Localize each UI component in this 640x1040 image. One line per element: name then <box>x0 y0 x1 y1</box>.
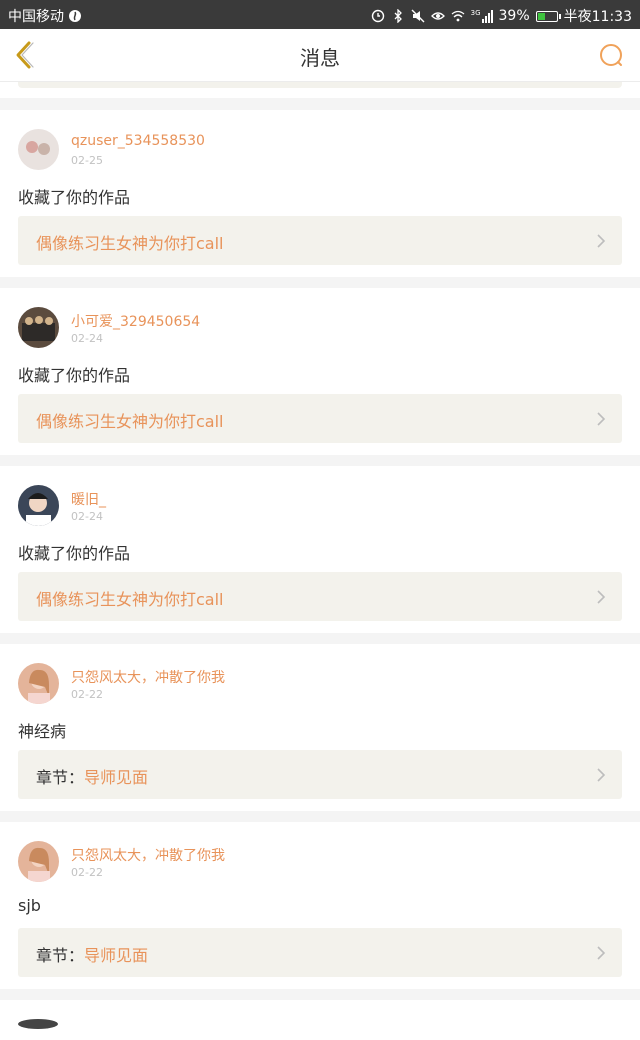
message-date: 02-25 <box>71 154 103 167</box>
avatar[interactable] <box>18 841 59 882</box>
work-link[interactable]: 偶像练习生女神为你打call <box>18 572 622 621</box>
avatar[interactable] <box>18 663 59 704</box>
message-card-partial <box>0 1000 640 1040</box>
message-date: 02-22 <box>71 688 103 701</box>
message-list: qzuser_534558530 02-25 收藏了你的作品 偶像练习生女神为你… <box>0 110 640 1040</box>
message-card: 暖旧_ 02-24 收藏了你的作品 偶像练习生女神为你打call <box>0 466 640 633</box>
message-card: 只怨风太大，冲散了你我 02-22 神经病 章节：导师见面 <box>0 644 640 811</box>
previous-card-peek <box>0 82 640 98</box>
message-content: 神经病 <box>18 722 67 741</box>
message-content: sjb <box>18 896 41 915</box>
avatar[interactable] <box>18 485 59 526</box>
ref-title: 偶像练习生女神为你打call <box>36 412 224 431</box>
message-date: 02-24 <box>71 332 103 345</box>
chapter-link[interactable]: 章节：导师见面 <box>18 928 622 977</box>
ref-title: 导师见面 <box>84 946 149 965</box>
status-bar: 中国移动 3G 39% 半夜11:33 <box>0 0 640 29</box>
wifi-icon <box>451 10 465 22</box>
message-date: 02-22 <box>71 866 103 879</box>
alarm-icon <box>371 9 384 23</box>
work-link[interactable]: 偶像练习生女神为你打call <box>18 216 622 265</box>
username[interactable]: 只怨风太大，冲散了你我 <box>71 667 225 687</box>
clock: 半夜11:33 <box>563 9 632 25</box>
bluetooth-icon <box>394 9 402 23</box>
chevron-right-icon <box>597 590 606 604</box>
battery-icon <box>535 10 561 22</box>
eye-icon <box>430 12 445 20</box>
ref-title: 偶像练习生女神为你打call <box>36 234 224 253</box>
avatar[interactable] <box>18 129 59 170</box>
message-content: 收藏了你的作品 <box>18 544 131 563</box>
carrier-label: 中国移动 <box>8 9 64 25</box>
signal-indicator: 3G <box>471 9 493 23</box>
chevron-right-icon <box>597 768 606 782</box>
ref-title: 导师见面 <box>84 768 149 787</box>
chevron-right-icon <box>597 946 606 960</box>
ref-prefix: 章节： <box>36 768 85 787</box>
message-content: 收藏了你的作品 <box>18 188 131 207</box>
flame-icon <box>69 10 81 22</box>
message-card: 小可爱_329450654 02-24 收藏了你的作品 偶像练习生女神为你打ca… <box>0 288 640 455</box>
chapter-link[interactable]: 章节：导师见面 <box>18 750 622 799</box>
username[interactable]: 小可爱_329450654 <box>71 311 200 331</box>
message-card: 只怨风太大，冲散了你我 02-22 sjb 章节：导师见面 <box>0 822 640 989</box>
username[interactable]: 暖旧_ <box>71 489 106 509</box>
network-type-label: 3G <box>470 9 481 17</box>
message-date: 02-24 <box>71 510 103 523</box>
avatar[interactable] <box>18 307 59 348</box>
page-title: 消息 <box>300 46 340 70</box>
nav-bar: 消息 <box>0 29 640 82</box>
ref-title: 偶像练习生女神为你打call <box>36 590 224 609</box>
username[interactable]: 只怨风太大，冲散了你我 <box>71 845 225 865</box>
ref-prefix: 章节： <box>36 946 85 965</box>
message-card: qzuser_534558530 02-25 收藏了你的作品 偶像练习生女神为你… <box>0 110 640 277</box>
username[interactable]: qzuser_534558530 <box>71 133 205 149</box>
battery-percent: 39% <box>498 8 530 24</box>
chevron-right-icon <box>597 412 606 426</box>
avatar <box>18 1019 58 1029</box>
chevron-right-icon <box>597 234 606 248</box>
mute-icon <box>411 9 425 23</box>
search-icon[interactable] <box>598 41 626 69</box>
message-content: 收藏了你的作品 <box>18 366 131 385</box>
work-link[interactable]: 偶像练习生女神为你打call <box>18 394 622 443</box>
